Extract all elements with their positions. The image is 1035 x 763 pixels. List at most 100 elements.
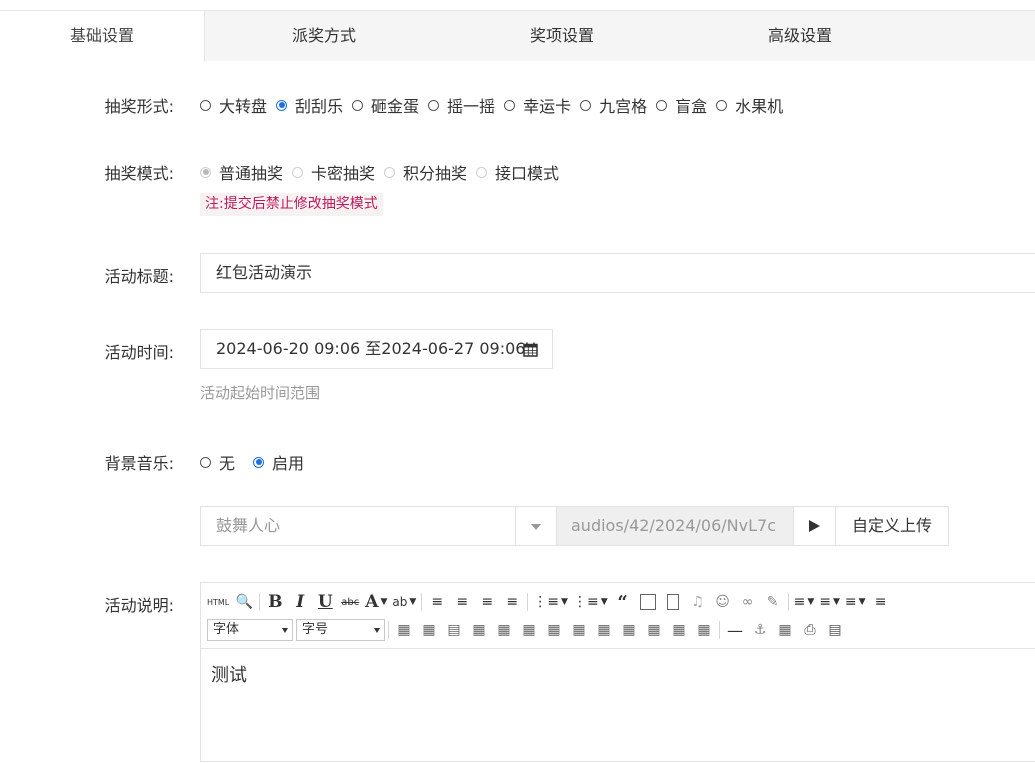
tab-advanced-settings[interactable]: 高级设置: [700, 11, 900, 61]
lottery-form-option[interactable]: 九宫格: [580, 93, 647, 117]
activity-title-input[interactable]: 红包活动演示: [200, 253, 1035, 293]
font-family-select[interactable]: 字体: [207, 619, 293, 641]
activity-time-label: 活动时间:: [104, 343, 174, 362]
merge-cells-icon[interactable]: ▦: [544, 619, 564, 641]
option-label: 九宫格: [599, 97, 648, 116]
align-center-icon[interactable]: ≡: [452, 591, 472, 613]
insert-table-icon[interactable]: ▦: [394, 619, 414, 641]
link-icon[interactable]: ∞: [738, 591, 758, 613]
ordered-list-icon[interactable]: ⋮≡ ▼: [533, 591, 568, 613]
paragraph-spacing-bottom-icon[interactable]: ≡ ▼: [819, 591, 840, 613]
font-size-select[interactable]: 字号: [296, 619, 385, 641]
lottery-form-option[interactable]: 水果机: [716, 93, 783, 117]
image-icon[interactable]: [638, 591, 658, 613]
lottery-form-option[interactable]: 砸金蛋: [352, 93, 419, 117]
align-right-icon[interactable]: ≡: [477, 591, 497, 613]
align-justify-icon[interactable]: ≡: [502, 591, 522, 613]
music-icon[interactable]: ♫: [688, 591, 708, 613]
option-label: 积分抽奖: [403, 164, 468, 183]
radio-icon[interactable]: [580, 99, 592, 111]
line-height-icon[interactable]: ≡ ▼: [845, 591, 866, 613]
bg-music-option-on[interactable]: 启用: [253, 450, 304, 474]
toolbar-separator: [388, 621, 389, 639]
custom-upload-button[interactable]: 自定义上传: [836, 507, 948, 545]
blockquote-icon[interactable]: “: [613, 591, 633, 613]
tab-prize-distribution[interactable]: 派奖方式: [224, 11, 424, 61]
delete-table-icon[interactable]: ▦: [419, 619, 439, 641]
merge-down-icon[interactable]: ▦: [594, 619, 614, 641]
anchor-icon[interactable]: ⚓: [750, 619, 770, 641]
radio-icon[interactable]: [200, 456, 211, 468]
paste-icon[interactable]: ▤: [825, 619, 845, 641]
radio-icon[interactable]: [656, 99, 668, 111]
play-icon[interactable]: [794, 507, 836, 545]
insert-row-icon[interactable]: ▦: [469, 619, 489, 641]
lottery-form-option[interactable]: 刮刮乐: [276, 93, 343, 117]
lottery-form-option[interactable]: 摇一摇: [428, 93, 495, 117]
music-track-select[interactable]: 鼓舞人心: [201, 507, 516, 545]
video-icon[interactable]: [663, 591, 683, 613]
underline-icon[interactable]: U: [315, 591, 335, 613]
rich-text-editor: HTML 🔍 B I U abc A ▼ ab ▼ ≡ ≡ ≡ ≡ ⋮≡ ▼ ⋮≡ ▼ …: [200, 582, 1035, 762]
paragraph-spacing-top-icon[interactable]: ≡ ▼: [794, 591, 815, 613]
table-props-icon[interactable]: ▦: [694, 619, 714, 641]
print-icon[interactable]: ⎙: [800, 619, 820, 641]
option-label: 水果机: [735, 97, 784, 116]
tab-basic-settings[interactable]: 基础设置: [0, 11, 205, 62]
radio-icon[interactable]: [716, 99, 728, 111]
bold-icon[interactable]: B: [265, 591, 285, 613]
insert-col-icon[interactable]: ▦: [494, 619, 514, 641]
option-label: 普通抽奖: [219, 164, 284, 183]
lottery-form-radio-group: 大转盘 刮刮乐 砸金蛋 摇一摇 幸运卡 九宫格 盲盒 水果机: [200, 93, 792, 117]
split-rows-icon[interactable]: ▦: [644, 619, 664, 641]
tab-prize-settings[interactable]: 奖项设置: [462, 11, 662, 61]
merge-right-icon[interactable]: ▦: [569, 619, 589, 641]
option-label: 启用: [272, 454, 305, 473]
activity-time-input[interactable]: 2024-06-20 09:06 至2024-06-27 09:06: [200, 329, 553, 369]
option-label: 砸金蛋: [371, 97, 420, 116]
strikethrough-icon[interactable]: abc: [340, 591, 360, 613]
lottery-mode-radio-group: 普通抽奖 卡密抽奖 积分抽奖 接口模式: [200, 160, 568, 184]
emoji-icon[interactable]: ☺: [713, 591, 733, 613]
option-label: 摇一摇: [447, 97, 496, 116]
radio-checked-icon[interactable]: [253, 456, 265, 468]
lottery-mode-option: 接口模式: [476, 160, 559, 184]
calendar-icon[interactable]: [523, 342, 538, 357]
align-left-icon[interactable]: ≡: [427, 591, 447, 613]
horizontal-rule-icon[interactable]: —: [725, 619, 745, 641]
bg-music-option-off[interactable]: 无: [200, 450, 235, 474]
indent-icon[interactable]: ≡: [871, 591, 891, 613]
html-source-icon[interactable]: HTML: [207, 591, 229, 613]
editor-content-area[interactable]: 测试: [201, 648, 1035, 763]
background-image-icon[interactable]: ▦: [775, 619, 795, 641]
radio-icon[interactable]: [200, 99, 211, 111]
editor-toolbar: HTML 🔍 B I U abc A ▼ ab ▼ ≡ ≡ ≡ ≡ ⋮≡ ▼ ⋮≡ ▼ …: [201, 583, 1035, 648]
italic-icon[interactable]: I: [290, 591, 310, 613]
lottery-form-option[interactable]: 大转盘: [200, 93, 267, 117]
table-title-icon[interactable]: ▤: [444, 619, 464, 641]
split-cells-icon[interactable]: ▦: [619, 619, 639, 641]
lottery-form-option[interactable]: 盲盒: [656, 93, 707, 117]
radio-icon[interactable]: [428, 99, 440, 111]
delete-col-icon[interactable]: ▦: [519, 619, 539, 641]
lottery-form-option[interactable]: 幸运卡: [504, 93, 571, 117]
font-color-icon[interactable]: A ▼: [365, 591, 387, 613]
lottery-mode-option: 卡密抽奖: [292, 160, 375, 184]
radio-icon[interactable]: [504, 99, 516, 111]
highlight-icon[interactable]: ab ▼: [392, 591, 416, 613]
radio-icon: [384, 166, 396, 178]
chevron-down-icon[interactable]: [516, 507, 557, 545]
unordered-list-icon[interactable]: ⋮≡ ▼: [573, 591, 608, 613]
eraser-icon[interactable]: ✎: [763, 591, 783, 613]
option-label: 接口模式: [495, 164, 560, 183]
radio-checked-icon: [200, 166, 211, 178]
lottery-mode-option: 积分抽奖: [384, 160, 467, 184]
option-label: 卡密抽奖: [311, 164, 376, 183]
activity-time-help-text: 活动起始时间范围: [200, 384, 321, 402]
radio-icon[interactable]: [352, 99, 364, 111]
toolbar-separator: [421, 593, 423, 611]
radio-checked-icon[interactable]: [276, 99, 288, 111]
activity-title-label: 活动标题:: [104, 267, 174, 286]
split-cols-icon[interactable]: ▦: [669, 619, 689, 641]
preview-icon[interactable]: 🔍: [234, 591, 254, 613]
